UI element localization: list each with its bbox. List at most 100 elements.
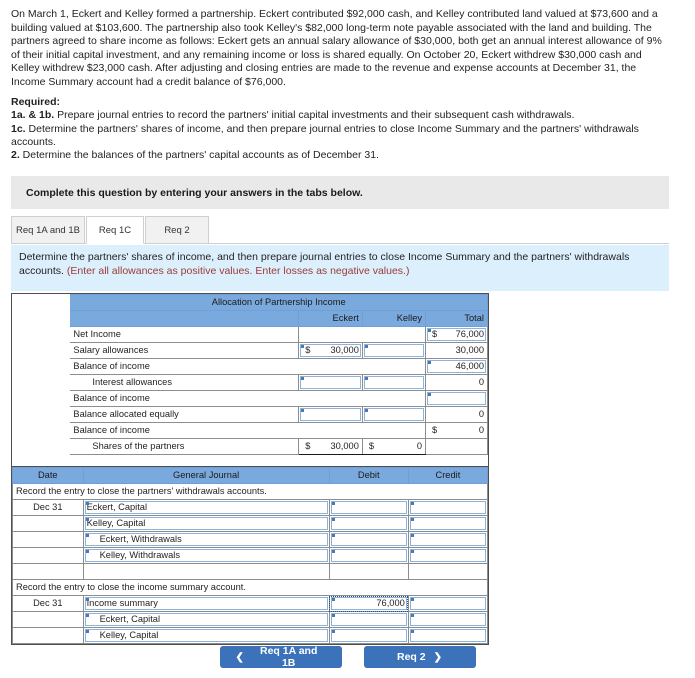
row-total-value: 30,000	[425, 342, 488, 359]
allocation-col-eckert: Eckert	[298, 310, 363, 327]
allocation-col-blank	[69, 310, 300, 327]
row-eckert-input[interactable]	[298, 374, 363, 391]
required-item-2-text: Determine the partners' shares of income…	[11, 122, 639, 148]
dollar-sign: $	[432, 329, 438, 339]
journal-credit-input[interactable]	[407, 547, 489, 564]
required-item-2: 1c. Determine the partners' shares of in…	[11, 123, 671, 150]
journal-section-caption: Record the entry to close the partners' …	[12, 483, 488, 500]
next-requirement-button[interactable]: Req 2 ❯	[363, 646, 476, 668]
allocation-spacer-cell	[12, 438, 70, 455]
journal-debit-input[interactable]	[328, 627, 409, 644]
row-label: Balance of income	[69, 390, 427, 407]
allocation-spacer-cell	[12, 326, 70, 343]
allocation-spacer-cell	[12, 390, 70, 407]
journal-row: Kelley, Capital	[12, 627, 489, 644]
required-section: Required: 1a. & 1b. Prepare journal entr…	[11, 96, 671, 162]
row-kelley-input[interactable]	[361, 342, 427, 359]
journal-section-caption-row: Record the entry to close the partners' …	[12, 483, 488, 500]
journal-date	[12, 547, 84, 564]
journal-date	[12, 563, 84, 580]
journal-account-input[interactable]: Kelley, Capital	[82, 627, 330, 644]
row-kelley-input[interactable]	[361, 374, 427, 391]
journal-debit-input[interactable]	[328, 515, 409, 532]
tab-instruction-note: (Enter all allowances as positive values…	[66, 264, 410, 277]
allocation-row: Balance allocated equally 0	[12, 406, 488, 423]
journal-row: Eckert, Capital	[12, 611, 489, 628]
journal-credit-input[interactable]	[407, 611, 489, 628]
required-item-3-text: Determine the balances of the partners' …	[19, 149, 379, 162]
row-total-value: 0	[425, 374, 488, 391]
tab-req-2[interactable]: Req 2	[145, 216, 209, 244]
dollar-sign: $	[305, 345, 311, 355]
prev-requirement-button[interactable]: ❮ Req 1A and 1B	[219, 645, 342, 669]
chevron-left-icon: ❮	[235, 651, 244, 663]
problem-statement: On March 1, Eckert and Kelley formed a p…	[11, 8, 662, 88]
journal-row: Kelley, Capital	[12, 515, 489, 532]
journal-credit-input[interactable]	[407, 595, 489, 612]
journal-account-input[interactable]: Eckert, Capital	[82, 611, 330, 628]
allocation-row: Balance of income 46,000	[12, 358, 488, 375]
journal-debit-input[interactable]	[328, 611, 409, 628]
journal-debit-input[interactable]	[328, 499, 409, 516]
journal-row: Kelley, Withdrawals	[12, 547, 489, 564]
allocation-col-kelley: Kelley	[361, 310, 427, 327]
row-eckert-value: 30,000	[330, 441, 359, 451]
required-item-1: 1a. & 1b. Prepare journal entries to rec…	[11, 109, 671, 122]
row-total-input[interactable]: $76,000	[425, 326, 488, 343]
allocation-spacer-cell	[12, 374, 70, 391]
row-kelley-total: $0	[361, 438, 427, 455]
row-total-cell: $0	[425, 422, 488, 439]
journal-account-input[interactable]: Eckert, Withdrawals	[82, 531, 330, 548]
journal-account-input[interactable]: Kelley, Withdrawals	[82, 547, 330, 564]
tab-req-1c[interactable]: Req 1C	[86, 216, 144, 244]
allocation-row: Interest allowances 0	[12, 374, 488, 391]
journal-row: Eckert, Withdrawals	[12, 531, 489, 548]
row-total-value: 76,000	[455, 329, 484, 339]
journal-account-input[interactable]: Kelley, Capital	[82, 515, 330, 532]
row-eckert-kelley-blank	[298, 326, 427, 343]
required-item-3-num: 2.	[11, 149, 20, 162]
row-total-input[interactable]	[425, 390, 488, 407]
journal-account-value: Eckert, Capital	[86, 502, 148, 512]
journal-debit-input[interactable]	[328, 531, 409, 548]
journal-table-container: Date General Journal Debit Credit Record…	[11, 466, 489, 645]
complete-question-banner: Complete this question by entering your …	[11, 176, 669, 209]
journal-credit-input[interactable]	[407, 531, 489, 548]
row-kelley-input[interactable]	[361, 406, 427, 423]
required-item-3: 2. Determine the balances of the partner…	[11, 149, 671, 162]
row-eckert-input[interactable]	[298, 406, 363, 423]
journal-account-input[interactable]: Eckert, Capital	[82, 499, 330, 516]
journal-credit-input[interactable]	[407, 499, 489, 516]
journal-debit-blank	[328, 563, 409, 580]
row-eckert-input[interactable]: $30,000	[298, 342, 363, 359]
allocation-title: Allocation of Partnership Income	[69, 294, 488, 311]
journal-account-input[interactable]: Income summary	[82, 595, 330, 612]
journal-credit-input[interactable]	[407, 627, 489, 644]
row-total-value: 0	[425, 406, 488, 423]
journal-col-general-journal: General Journal	[82, 467, 330, 484]
journal-debit-value: 76,000	[376, 598, 405, 608]
allocation-spacer-cell	[12, 358, 70, 375]
dollar-sign: $	[305, 441, 311, 451]
journal-row-empty	[12, 563, 489, 580]
journal-debit-input[interactable]	[328, 547, 409, 564]
journal-section-caption: Record the entry to close the income sum…	[12, 579, 488, 596]
tab-req-1a-1b[interactable]: Req 1A and 1B	[11, 216, 85, 244]
journal-credit-input[interactable]	[407, 515, 489, 532]
allocation-spacer-cell	[12, 294, 70, 311]
row-total-input[interactable]: 46,000	[425, 358, 488, 375]
next-requirement-label: Req 2	[397, 651, 426, 663]
row-label: Shares of the partners	[69, 438, 300, 455]
allocation-row: Balance of income $0	[12, 422, 488, 439]
allocation-header-row: Eckert Kelley Total	[12, 310, 488, 327]
journal-account-blank	[82, 563, 330, 580]
chevron-right-icon: ❯	[433, 651, 442, 663]
journal-date: Dec 31	[12, 499, 84, 516]
row-eckert-total: $30,000	[298, 438, 363, 455]
allocation-table-container: Allocation of Partnership Income Eckert …	[11, 293, 489, 469]
row-total-blank	[425, 438, 488, 455]
prev-requirement-label: Req 1A and 1B	[260, 645, 318, 669]
journal-debit-input[interactable]: 76,000	[328, 595, 409, 612]
journal-account-value: Kelley, Capital	[86, 518, 146, 528]
journal-account-value: Income summary	[86, 598, 158, 608]
